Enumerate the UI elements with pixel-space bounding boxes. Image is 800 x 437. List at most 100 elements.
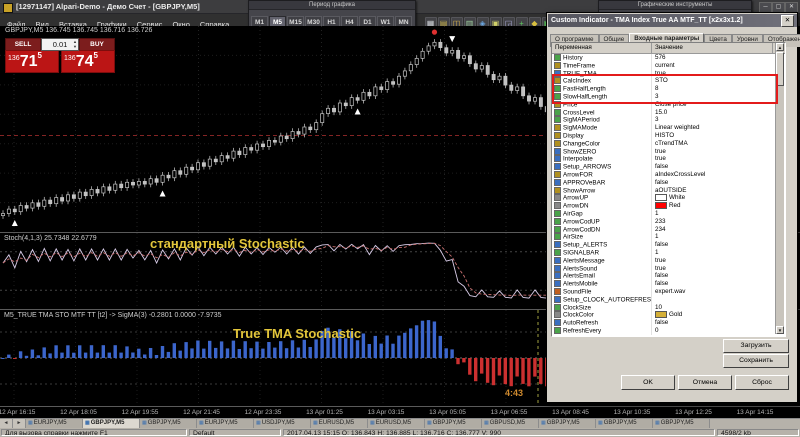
param-row[interactable]: CrossLevel 15.0 <box>552 108 785 117</box>
param-value[interactable]: current <box>652 62 773 70</box>
param-row[interactable]: ClockSize 10 <box>552 303 785 312</box>
chart-tab-3[interactable]: ▦EURJPY,M5 <box>197 419 254 428</box>
chart-tab-2[interactable]: ▦GBPJPY,M5 <box>140 419 197 428</box>
chart-tab-10[interactable]: ▦GBPJPY,M5 <box>596 419 653 428</box>
tools-toolbar-title[interactable]: Графические инструменты <box>599 1 751 10</box>
chart-tab-4[interactable]: ▦USDJPY,M5 <box>254 419 311 428</box>
tabs-scroll-left-icon[interactable]: ◄ <box>0 419 13 428</box>
lot-size-input[interactable]: 0.01 ▲ ▼ <box>41 38 79 51</box>
param-value[interactable]: cTrendTMA <box>652 140 773 148</box>
param-value[interactable]: false <box>652 280 773 288</box>
param-value[interactable]: false <box>652 179 773 187</box>
param-row[interactable]: Setup_ARROWS false <box>552 163 785 171</box>
status-profile[interactable]: Default <box>189 429 281 436</box>
reset-button[interactable]: Сброс <box>735 375 789 390</box>
param-row[interactable]: ArrowCodUP 233 <box>552 217 785 226</box>
chart-tab-8[interactable]: ▦GBPUSD,M5 <box>482 419 539 428</box>
param-value[interactable]: 1 <box>652 233 773 241</box>
param-value[interactable]: false <box>652 272 773 280</box>
param-value[interactable]: 8 <box>652 85 773 93</box>
param-row[interactable]: Display HISTO <box>552 131 785 140</box>
param-value[interactable]: Linear weighted <box>652 124 773 132</box>
lot-spinner[interactable]: ▲ ▼ <box>73 39 77 49</box>
param-value[interactable]: 3 <box>652 116 773 124</box>
param-value[interactable]: true <box>652 155 773 163</box>
param-row[interactable]: FastHalfLength 8 <box>552 85 785 93</box>
table-scrollbar[interactable]: ▲ ▼ <box>775 43 784 334</box>
param-row[interactable]: SIGNALBAR 1 <box>552 248 785 257</box>
param-value[interactable]: true <box>652 257 773 265</box>
tabs-scroll-right-icon[interactable]: ► <box>13 419 26 428</box>
param-value[interactable]: expert.wav <box>652 288 773 296</box>
chart-tab-5[interactable]: ▦EURUSD,M5 <box>311 419 368 428</box>
param-value[interactable]: White <box>652 194 773 202</box>
chart-tab-11[interactable]: ▦GBPJPY,M5 <box>653 419 710 428</box>
param-row[interactable]: ClockColor Gold <box>552 311 785 320</box>
param-row[interactable]: AlertsMobile false <box>552 280 785 288</box>
param-value[interactable]: Gold <box>652 311 773 319</box>
param-row[interactable]: ArrowUP White <box>552 194 785 203</box>
chart-tab-9[interactable]: ▦GBPJPY,M5 <box>539 419 596 428</box>
param-row[interactable]: ArrowFOR aIndexCrossLevel <box>552 170 785 179</box>
load-button[interactable]: Загрузить <box>723 339 789 353</box>
param-row[interactable]: Interpolate true <box>552 155 785 164</box>
param-row[interactable]: AirSize 1 <box>552 233 785 242</box>
param-row[interactable]: Price Close price <box>552 100 785 109</box>
param-value[interactable]: 15.0 <box>652 109 773 117</box>
param-value[interactable]: 1 <box>652 210 773 218</box>
param-row[interactable]: ShowZERO true <box>552 147 785 156</box>
param-value[interactable]: Close price <box>652 101 773 109</box>
param-value[interactable]: 576 <box>652 54 773 62</box>
param-value[interactable]: true <box>652 265 773 273</box>
param-value[interactable]: false <box>652 319 773 327</box>
param-row[interactable]: Setup_CLOCK_AUTOREFRESH <box>552 295 785 304</box>
param-value[interactable]: 1 <box>652 249 773 257</box>
param-row[interactable]: History 576 <box>552 54 785 62</box>
param-value[interactable]: 0 <box>652 327 773 335</box>
param-row[interactable]: AlertsMessage true <box>552 256 785 265</box>
param-row[interactable]: AutoRefresh false <box>552 319 785 327</box>
ask-price-box[interactable]: 136745 <box>61 50 115 73</box>
period-toolbar-title[interactable]: Период графика <box>249 1 415 10</box>
param-row[interactable]: ArrowDN Red <box>552 202 785 210</box>
param-row[interactable]: SoundFile expert.wav <box>552 287 785 296</box>
chart-tab-1[interactable]: ▦GBPJPY,M5 <box>83 419 140 428</box>
param-value[interactable]: STO <box>652 77 773 85</box>
cancel-button[interactable]: Отмена <box>678 375 732 390</box>
param-value[interactable]: aOUTSIDE <box>652 187 773 195</box>
param-row[interactable]: AlertsSound true <box>552 264 785 273</box>
param-value[interactable]: true <box>652 70 773 78</box>
param-value[interactable]: false <box>652 163 773 171</box>
param-value[interactable]: true <box>652 148 773 156</box>
param-row[interactable]: SigMAPeriod 3 <box>552 116 785 125</box>
param-value[interactable]: 3 <box>652 93 773 101</box>
param-row[interactable]: ChangeColor cTrendTMA <box>552 139 785 148</box>
param-row[interactable]: ShowArrow aOUTSIDE <box>552 186 785 195</box>
param-row[interactable]: AirGap 1 <box>552 209 785 218</box>
param-row[interactable]: SigMAMode Linear weighted <box>552 124 785 132</box>
param-row[interactable]: ArrowCodDN 234 <box>552 225 785 234</box>
param-value[interactable]: 234 <box>652 226 773 234</box>
param-value[interactable]: 10 <box>652 304 773 312</box>
ok-button[interactable]: OK <box>621 375 675 390</box>
chart-tab-7[interactable]: ▦GBPJPY,M5 <box>425 419 482 428</box>
param-row[interactable]: TimeFrame current <box>552 61 785 70</box>
chart-tab-6[interactable]: ▦EURUSD,M5 <box>368 419 425 428</box>
param-row[interactable]: SlowHalfLength 3 <box>552 92 785 101</box>
param-value[interactable]: aIndexCrossLevel <box>652 171 773 179</box>
bid-price-box[interactable]: 136715 <box>5 50 59 73</box>
param-value[interactable]: Red <box>652 202 773 210</box>
scroll-up-icon[interactable]: ▲ <box>776 43 784 51</box>
scroll-down-icon[interactable]: ▼ <box>776 326 784 334</box>
param-row[interactable]: RefreshEvery 0 <box>552 326 785 335</box>
param-value[interactable]: 233 <box>652 218 773 226</box>
save-button[interactable]: Сохранить <box>723 354 789 368</box>
param-row[interactable]: APPROVeBAR false <box>552 178 785 187</box>
param-row[interactable]: TRUE_TMA true <box>552 69 785 78</box>
param-value[interactable]: HISTO <box>652 132 773 140</box>
param-row[interactable]: Setup_ALERTS false <box>552 241 785 249</box>
scroll-thumb[interactable] <box>776 52 784 86</box>
param-row[interactable]: AlertsEmail false <box>552 272 785 281</box>
param-row[interactable]: CalcIndex STO <box>552 77 785 86</box>
dialog-close-icon[interactable]: ✕ <box>781 15 794 27</box>
